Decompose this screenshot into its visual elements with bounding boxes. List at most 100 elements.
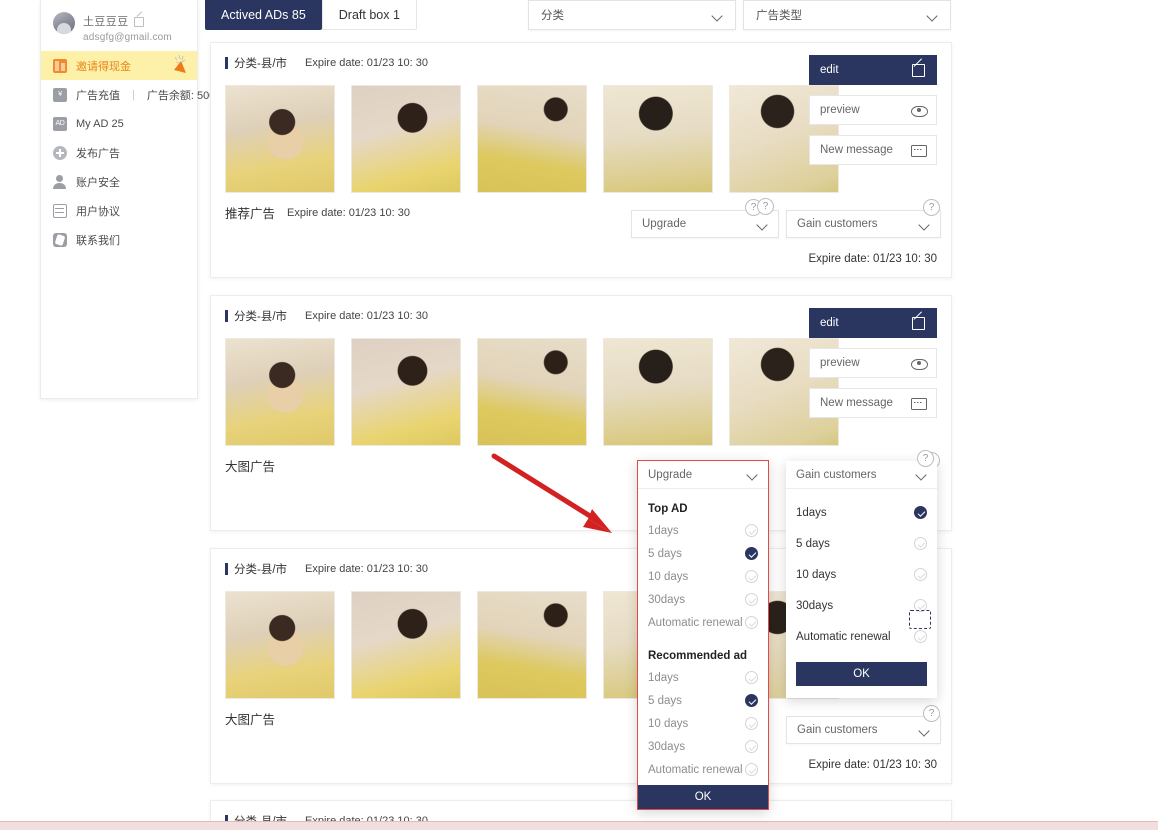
card-actions: edit preview New message — [809, 55, 937, 175]
option-label: 10 days — [796, 568, 837, 581]
radio-unchecked-icon[interactable] — [745, 593, 758, 606]
preview-button[interactable]: preview — [809, 348, 937, 378]
ad-thumbnail[interactable] — [351, 338, 461, 446]
gain-ok-button[interactable]: OK — [796, 662, 927, 686]
message-icon — [911, 397, 927, 410]
ad-thumbnail[interactable] — [351, 591, 461, 699]
option-row[interactable]: 30days — [638, 735, 768, 758]
option-row[interactable]: 1days — [638, 666, 768, 689]
radio-unchecked-icon[interactable] — [745, 717, 758, 730]
upgrade-help-icon[interactable]: ? — [757, 198, 774, 215]
option-row[interactable]: Automatic renewal — [786, 610, 937, 652]
ad-type-label: 推荐广告 — [225, 207, 276, 221]
radio-checked-icon[interactable] — [745, 694, 758, 707]
upgrade-ok-label: OK — [694, 791, 712, 803]
edit-button[interactable]: edit — [809, 55, 937, 85]
sidebar-item-account-security[interactable]: 账户安全 — [41, 167, 197, 196]
radio-checked-icon[interactable] — [745, 547, 758, 560]
sidebar-item-label: 发布广告 — [76, 147, 120, 160]
radio-unchecked-icon[interactable] — [914, 599, 927, 612]
edit-pencil-icon[interactable] — [133, 16, 144, 27]
ad-type-label: 大图广告 — [225, 713, 276, 727]
radio-unchecked-icon[interactable] — [745, 740, 758, 753]
option-label: 30days — [648, 593, 686, 606]
category-bar — [225, 563, 228, 575]
sidebar-item-publish-ad[interactable]: 发布广告 — [41, 138, 197, 167]
chevron-down-icon — [919, 219, 930, 230]
ad-thumbnail[interactable] — [225, 338, 335, 446]
option-row[interactable]: Automatic renewal — [638, 611, 768, 634]
sidebar-item-my-ad[interactable]: AD My AD 25 — [41, 109, 197, 138]
ad-thumbnail[interactable] — [477, 338, 587, 446]
ad-type-expire: Expire date: 01/23 10: 30 — [287, 206, 410, 219]
gain-customers-help-icon[interactable]: ? — [923, 199, 940, 216]
user-security-icon — [53, 174, 67, 189]
sidebar-item-invite-cash[interactable]: 邀请得现金 — [41, 51, 197, 80]
sidebar-item-contact-us[interactable]: 联系我们 — [41, 225, 197, 254]
radio-unchecked-icon[interactable] — [745, 570, 758, 583]
radio-unchecked-icon[interactable] — [914, 630, 927, 643]
option-row[interactable]: 5 days — [638, 542, 768, 565]
upgrade-ok-button[interactable]: OK — [638, 785, 768, 809]
preview-button[interactable]: preview — [809, 95, 937, 125]
option-label: 1days — [648, 671, 679, 684]
tab-bar: Actived ADs 85 Draft box 1 — [205, 0, 417, 30]
option-label: 30days — [796, 599, 834, 612]
category-bar — [225, 310, 228, 322]
confetti-icon — [174, 54, 186, 73]
ad-thumbnail[interactable] — [603, 338, 713, 446]
radio-unchecked-icon[interactable] — [745, 763, 758, 776]
option-row[interactable]: 10 days — [786, 559, 937, 590]
radio-checked-icon[interactable] — [914, 506, 927, 519]
ad-thumbnail[interactable] — [477, 591, 587, 699]
option-label: Automatic renewal — [796, 630, 891, 643]
profile-name: 土豆豆豆 — [83, 16, 129, 28]
tab-actived-ads[interactable]: Actived ADs 85 — [205, 0, 322, 30]
new-message-button[interactable]: New message — [809, 388, 937, 418]
option-row[interactable]: 5 days — [786, 528, 937, 559]
option-row[interactable]: 1days — [786, 497, 937, 528]
upgrade-panel-header[interactable]: Upgrade — [638, 461, 768, 489]
ad-thumbnail[interactable] — [225, 591, 335, 699]
tab-label: Actived ADs 85 — [221, 8, 306, 22]
tab-draft-box[interactable]: Draft box 1 — [321, 0, 417, 30]
sidebar-item-label: 用户协议 — [76, 205, 120, 218]
ad-thumbnail[interactable] — [351, 85, 461, 193]
sidebar-item-recharge[interactable]: ¥ 广告充值 | 广告余额: 5000 — [41, 80, 221, 109]
option-row[interactable]: Automatic renewal — [638, 758, 768, 781]
tab-label: Draft box 1 — [338, 7, 400, 22]
sidebar-item-label: 联系我们 — [76, 234, 120, 247]
option-row[interactable]: 30days — [786, 590, 937, 621]
gain-customers-help-icon[interactable]: ? — [917, 450, 934, 467]
gain-customers-help-icon[interactable]: ? — [923, 705, 940, 722]
eye-icon — [911, 357, 928, 370]
preview-button-label: preview — [820, 104, 860, 116]
sidebar-item-user-agreement[interactable]: 用户协议 — [41, 196, 197, 225]
new-message-button[interactable]: New message — [809, 135, 937, 165]
radio-unchecked-icon[interactable] — [745, 524, 758, 537]
gain-customers-dropdown[interactable]: Gain customers — [786, 716, 941, 744]
radio-unchecked-icon[interactable] — [914, 568, 927, 581]
gain-panel-header[interactable]: Gain customers — [786, 461, 937, 489]
ad-thumbnail[interactable] — [603, 85, 713, 193]
chevron-down-icon — [927, 10, 938, 21]
gain-customers-dropdown[interactable]: Gain customers — [786, 210, 941, 238]
option-row[interactable]: 10 days — [638, 565, 768, 588]
radio-unchecked-icon[interactable] — [914, 537, 927, 550]
edit-button-label: edit — [820, 317, 839, 329]
option-label: 30days — [648, 740, 686, 753]
option-row[interactable]: 1days — [638, 519, 768, 542]
category-bar — [225, 57, 228, 69]
option-row[interactable]: 30days — [638, 588, 768, 611]
ad-thumbnail[interactable] — [225, 85, 335, 193]
filter-ad-type[interactable]: 广告类型 — [743, 0, 951, 30]
edit-button[interactable]: edit — [809, 308, 937, 338]
filter-category[interactable]: 分类 — [528, 0, 736, 30]
ad-thumbnail[interactable] — [477, 85, 587, 193]
card-footer-expire: Expire date: 01/23 10: 30 — [808, 759, 937, 771]
option-row[interactable]: 10 days — [638, 712, 768, 735]
radio-unchecked-icon[interactable] — [745, 616, 758, 629]
radio-unchecked-icon[interactable] — [745, 671, 758, 684]
option-row[interactable]: 5 days — [638, 689, 768, 712]
gain-panel-body: 1days 5 days 10 days 30days Automatic re… — [786, 489, 937, 662]
